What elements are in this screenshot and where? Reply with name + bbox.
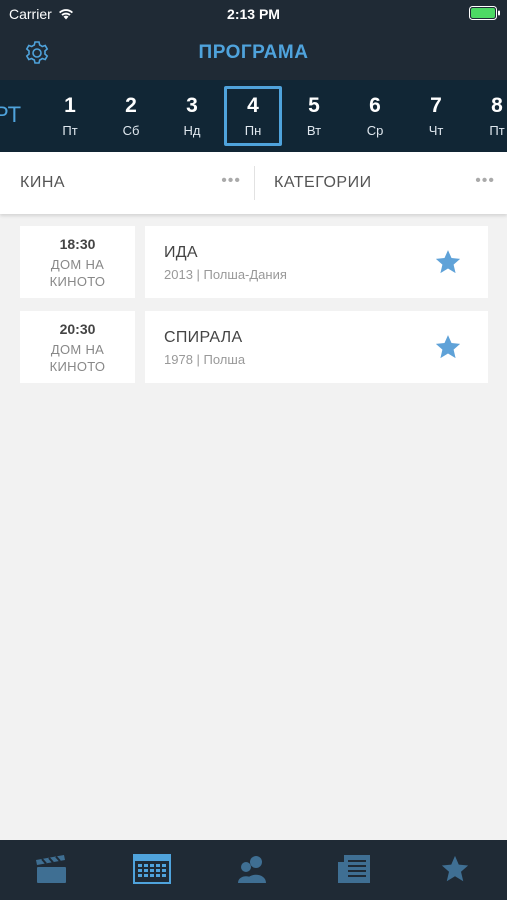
status-time: 2:13 PM [227, 6, 280, 22]
tab-movies[interactable] [0, 840, 101, 900]
categories-filter[interactable]: КАТЕГОРИИ ••• [254, 152, 507, 214]
day-number: 5 [308, 94, 320, 117]
day-weekday: Нд [183, 123, 201, 138]
clapperboard-icon [35, 855, 66, 883]
cinemas-filter-label: КИНА [20, 174, 66, 191]
day-number: 1 [64, 94, 76, 117]
screening-time: 18:30 [59, 236, 96, 252]
movie-info[interactable]: СПИРАЛА 1978 | Полша [145, 311, 488, 383]
favorite-star-icon[interactable] [434, 248, 462, 276]
day-number: 8 [491, 94, 503, 117]
nav-bar: ПРОГРАМА [0, 28, 507, 80]
day-item[interactable]: 1 Пт [41, 86, 99, 146]
screening-row[interactable]: 18:30 ДОМ НА КИНОТО ИДА 2013 | Полша-Дан… [20, 226, 488, 298]
movie-title: ИДА [164, 244, 198, 261]
calendar-icon [132, 854, 171, 884]
day-weekday: Пн [244, 123, 262, 138]
more-dots-icon[interactable]: ••• [221, 172, 241, 190]
day-item-selected[interactable]: 4 Пн [224, 86, 282, 146]
day-number: 2 [125, 94, 137, 117]
battery-icon [469, 6, 500, 20]
tab-bar [0, 840, 507, 900]
tab-people[interactable] [202, 840, 303, 900]
day-weekday: Пт [489, 123, 505, 138]
page-title: ПРОГРАМА [198, 42, 309, 63]
day-number: 7 [430, 94, 442, 117]
day-item[interactable]: 8 Пт [468, 86, 507, 146]
day-item[interactable]: 6 Ср [346, 86, 404, 146]
day-item[interactable]: 7 Чт [407, 86, 465, 146]
screening-venue-line: КИНОТО [49, 274, 106, 289]
screening-venue-line: ДОМ НА [50, 342, 105, 357]
day-number: 3 [186, 94, 198, 117]
day-weekday: Ср [366, 123, 384, 138]
day-item[interactable]: 3 Нд [163, 86, 221, 146]
categories-filter-label: КАТЕГОРИИ [274, 174, 372, 191]
favorite-star-icon[interactable] [434, 333, 462, 361]
tab-news[interactable] [303, 840, 404, 900]
cinemas-filter[interactable]: КИНА ••• [0, 152, 253, 214]
movie-title: СПИРАЛА [164, 329, 243, 346]
month-label: РТ [0, 102, 22, 127]
screening-time-box: 18:30 ДОМ НА КИНОТО [20, 226, 135, 298]
day-number: 4 [247, 94, 259, 117]
more-dots-icon[interactable]: ••• [475, 172, 495, 190]
day-number: 6 [369, 94, 381, 117]
star-icon [441, 855, 468, 882]
date-strip[interactable]: РТ 1 Пт 2 Сб 3 Нд 4 Пн 5 Вт 6 Ср 7 Чт 8 … [0, 80, 507, 152]
filter-bar: КИНА ••• КАТЕГОРИИ ••• [0, 152, 507, 214]
tab-schedule[interactable] [101, 840, 202, 900]
movie-info[interactable]: ИДА 2013 | Полша-Дания [145, 226, 488, 298]
screening-time: 20:30 [59, 321, 96, 337]
day-weekday: Сб [122, 123, 140, 138]
day-weekday: Вт [306, 123, 322, 138]
news-icon [337, 855, 370, 883]
day-item[interactable]: 2 Сб [102, 86, 160, 146]
status-bar: Carrier 2:13 PM [0, 0, 507, 28]
day-weekday: Пт [62, 123, 78, 138]
screening-time-box: 20:30 ДОМ НА КИНОТО [20, 311, 135, 383]
screening-venue-line: КИНОТО [49, 359, 106, 374]
day-item[interactable]: 5 Вт [285, 86, 343, 146]
screening-row[interactable]: 20:30 ДОМ НА КИНОТО СПИРАЛА 1978 | Полша [20, 311, 488, 383]
people-icon [237, 856, 266, 883]
tab-favorites[interactable] [404, 840, 505, 900]
day-weekday: Чт [428, 123, 444, 138]
screening-venue-line: ДОМ НА [50, 257, 105, 272]
movie-meta: 1978 | Полша [164, 352, 246, 367]
movie-meta: 2013 | Полша-Дания [164, 267, 287, 282]
